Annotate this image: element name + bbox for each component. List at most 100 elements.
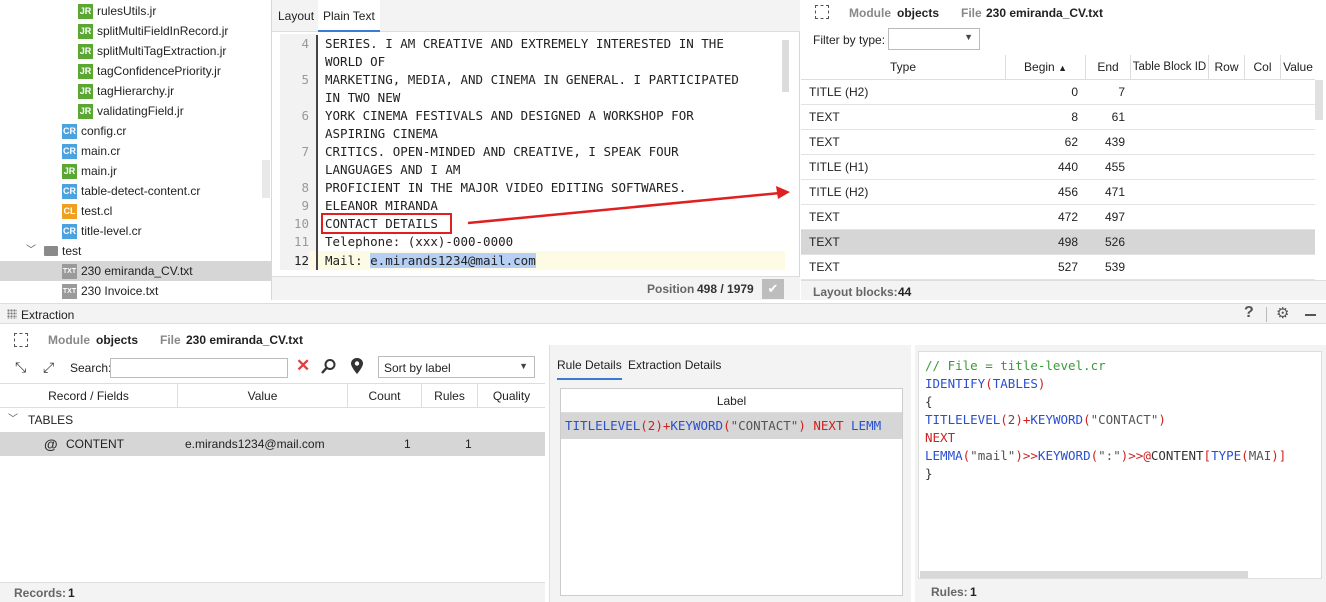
col-value[interactable]: Value (1281, 55, 1315, 80)
col-row[interactable]: Row (1209, 55, 1245, 80)
object-row[interactable]: TEXT 527 539 (801, 255, 1315, 280)
object-row[interactable]: TEXT 62 439 (801, 130, 1315, 155)
drag-handle-icon[interactable] (7, 309, 17, 319)
object-row[interactable]: TEXT 498 526 (801, 230, 1315, 255)
gutter-border (316, 233, 318, 251)
module-value: objects (897, 6, 940, 20)
tree-file-item[interactable]: TXT 230 Invoice.txt (0, 281, 271, 300)
expand-all-icon[interactable]: ⤡ (15, 359, 26, 376)
col-begin[interactable]: Begin ▲ (1006, 55, 1086, 80)
objects-scrollbar[interactable] (1315, 80, 1323, 120)
group-row-tables[interactable]: ﹀ TABLES (0, 408, 545, 432)
col-quality[interactable]: Quality (478, 384, 545, 408)
tab-layout[interactable]: Layout (278, 9, 314, 23)
editor-statusbar: Position 498 / 1979 ✔ (272, 276, 800, 300)
search-input[interactable] (110, 358, 288, 378)
tree-item-label: validatingField.jr (97, 104, 184, 118)
col-rules[interactable]: Rules (422, 384, 478, 408)
editor-line: 6 YORK CINEMA FESTIVALS AND DESIGNED A WO… (280, 107, 785, 125)
filter-type-select[interactable]: ▼ (888, 28, 980, 50)
code-token: ( (1090, 448, 1099, 463)
gutter-border (316, 143, 318, 161)
gutter-border (316, 197, 318, 215)
object-end: 7 (1118, 85, 1125, 99)
line-number: 11 (293, 234, 309, 249)
editor-scrollbar[interactable] (782, 40, 789, 92)
tree-file-item[interactable]: JR rulesUtils.jr (0, 1, 271, 21)
file-type-icon: CL (62, 204, 77, 220)
checkmark-icon[interactable]: ✔ (762, 279, 784, 299)
line-text: SERIES. I AM CREATIVE AND EXTREMELY INTE… (325, 36, 724, 51)
label-header[interactable]: Label (561, 389, 902, 413)
col-end[interactable]: End (1086, 55, 1131, 80)
location-pin-icon[interactable] (350, 357, 364, 375)
tree-file-item[interactable]: JR tagHierarchy.jr (0, 81, 271, 101)
tree-scrollbar[interactable] (262, 160, 270, 198)
line-text: CRITICS. OPEN-MINDED AND CREATIVE, I SPE… (325, 144, 679, 159)
object-row[interactable]: TEXT 8 61 (801, 105, 1315, 130)
label-token: ( (723, 418, 731, 433)
search-icon[interactable] (320, 358, 337, 375)
object-end: 439 (1104, 135, 1125, 149)
code-token: ( (1000, 412, 1008, 427)
record-row[interactable]: @ CONTENT e.mirands1234@mail.com 1 1 (0, 432, 545, 456)
select-region-icon[interactable] (815, 5, 829, 19)
tree-file-item[interactable]: CR config.cr (0, 121, 271, 141)
line-text: PROFICIENT IN THE MAJOR VIDEO EDITING SO… (325, 180, 687, 195)
col-count[interactable]: Count (348, 384, 422, 408)
sort-asc-icon: ▲ (1058, 63, 1067, 73)
tree-file-item[interactable]: CL test.cl (0, 201, 271, 221)
tree-file-item[interactable]: JR validatingField.jr (0, 101, 271, 121)
object-row[interactable]: TITLE (H2) 0 7 (801, 80, 1315, 105)
tree-folder-item[interactable]: ﹀ test (0, 241, 271, 261)
object-type: TEXT (809, 210, 840, 224)
rule-code-editor[interactable]: // File = title-level.cr IDENTIFY(TABLES)… (918, 351, 1322, 579)
tab-rule-details[interactable]: Rule Details (557, 358, 622, 380)
tree-item-label: main.jr (81, 164, 118, 178)
col-record-fields[interactable]: Record / Fields (0, 384, 178, 408)
object-type: TITLE (H2) (809, 85, 869, 99)
object-row[interactable]: TEXT 472 497 (801, 205, 1315, 230)
line-number: 8 (301, 180, 309, 195)
code-token: // File = title-level.cr (925, 358, 1106, 373)
clear-icon[interactable]: ✕ (296, 356, 310, 376)
rule-label-row[interactable]: TITLELEVEL(2)+KEYWORD("CONTACT") NEXT LE… (561, 413, 902, 439)
tab-extraction-details[interactable]: Extraction Details (628, 358, 721, 372)
gutter-border (316, 251, 318, 270)
code-token: CONTENT (1150, 448, 1204, 463)
code-token: TYPE (1211, 448, 1242, 463)
sort-value: Sort by label (384, 361, 451, 375)
gear-icon[interactable]: ⚙ (1276, 304, 1289, 322)
code-token: TABLES (992, 376, 1038, 391)
col-value[interactable]: Value (178, 384, 348, 408)
tree-file-item[interactable]: JR splitMultiFieldInRecord.jr (0, 21, 271, 41)
code-editor[interactable]: 4 SERIES. I AM CREATIVE AND EXTREMELY INT… (280, 35, 792, 271)
object-row[interactable]: TITLE (H1) 440 455 (801, 155, 1315, 180)
tree-file-item[interactable]: JR main.jr (0, 161, 271, 181)
tree-file-item[interactable]: CR table-detect-content.cr (0, 181, 271, 201)
code-hscrollbar[interactable] (920, 571, 1248, 578)
col-col[interactable]: Col (1245, 55, 1281, 80)
selected-text[interactable]: e.mirands1234@mail.com (370, 253, 536, 268)
tree-file-item[interactable]: JR splitMultiTagExtraction.jr (0, 41, 271, 61)
object-row[interactable]: TITLE (H2) 456 471 (801, 180, 1315, 205)
editor-line-current: 12 Mail: e.mirands1234@mail.com (280, 251, 785, 270)
tree-item-label: 230 Invoice.txt (81, 284, 159, 298)
sort-select[interactable]: Sort by label ▼ (378, 356, 535, 378)
tree-file-item[interactable]: CR main.cr (0, 141, 271, 161)
col-table-block-id[interactable]: Table Block ID (1131, 55, 1209, 80)
rules-value: 1 (970, 585, 977, 599)
tree-file-item[interactable]: JR tagConfidencePriority.jr (0, 61, 271, 81)
col-type[interactable]: Type (801, 55, 1006, 80)
collapse-all-icon[interactable]: ⤢ (43, 359, 54, 376)
tree-file-item[interactable]: TXT 230 emiranda_CV.txt (0, 261, 271, 281)
help-icon[interactable]: ? (1244, 304, 1254, 322)
tree-file-item[interactable]: CR title-level.cr (0, 221, 271, 241)
chevron-down-icon[interactable]: ﹀ (26, 241, 36, 261)
chevron-down-icon[interactable]: ﹀ (8, 408, 18, 432)
tab-plain-text[interactable]: Plain Text (318, 0, 380, 32)
minimize-icon[interactable] (1305, 314, 1316, 316)
code-token: )] (1271, 448, 1287, 463)
select-region-icon[interactable] (14, 333, 28, 347)
extraction-titlebar: Extraction ? ⚙ (0, 303, 1326, 324)
